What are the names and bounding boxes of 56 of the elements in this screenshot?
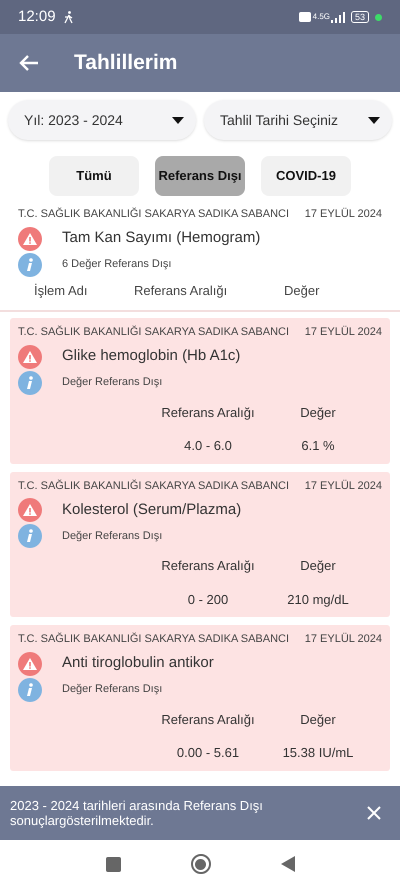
reference-range: 0.00 - 5.61 bbox=[176, 744, 240, 762]
reference-range: 4.0 - 6.0 bbox=[183, 437, 233, 455]
info-icon bbox=[18, 678, 42, 702]
warning-icon bbox=[18, 652, 42, 676]
caret-icon bbox=[368, 116, 380, 124]
home-button[interactable] bbox=[190, 854, 210, 874]
column-header: Değer bbox=[299, 710, 337, 729]
network-type: 4.5G bbox=[312, 13, 330, 21]
column-header: Değer bbox=[299, 404, 337, 422]
walking-icon bbox=[64, 10, 74, 24]
filter-tab[interactable]: Tümü bbox=[49, 156, 139, 196]
date-label: 17 EYLÜL 2024 bbox=[304, 206, 382, 222]
test-name: Tam Kan Sayımı (Hemogram) bbox=[62, 228, 260, 248]
column-header: İşlem Adı bbox=[34, 282, 88, 300]
column-header: Referans Aralığı bbox=[160, 710, 256, 729]
info-icon bbox=[18, 524, 42, 548]
result-value: 15.38 IU/mL bbox=[282, 744, 354, 762]
hospital-name: T.C. SAĞLIK BAKANLIĞI SAKARYA SADIKA SABANCI bbox=[18, 478, 290, 494]
dropdown[interactable]: Tahlil Tarihi Seçiniz bbox=[204, 100, 392, 140]
info-icon bbox=[18, 252, 42, 276]
hospital-name: T.C. SAĞLIK BAKANLIĞI SAKARYA SADIKA SABANCI bbox=[18, 206, 290, 222]
date-label: 17 EYLÜL 2024 bbox=[304, 478, 382, 494]
screen-title: Tahlillerim bbox=[74, 50, 178, 76]
caret-icon bbox=[172, 116, 184, 124]
hospital-name: T.C. SAĞLIK BAKANLIĞI SAKARYA SADIKA SABANCI bbox=[18, 324, 290, 340]
hospital-name: T.C. SAĞLIK BAKANLIĞI SAKARYA SADIKA SABANCI bbox=[18, 632, 290, 647]
filter-tab[interactable]: COVID-19 bbox=[261, 156, 351, 196]
result-value: 210 mg/dL bbox=[286, 590, 350, 609]
out-of-range-note: Değer Referans Dışı bbox=[62, 375, 162, 390]
dropdown[interactable]: Yıl: 2023 - 2024 bbox=[8, 100, 196, 140]
reference-range: 0 - 200 bbox=[186, 590, 230, 608]
back-nav-button[interactable] bbox=[280, 856, 294, 872]
info-icon bbox=[18, 370, 42, 394]
column-header: Referans Aralığı bbox=[160, 557, 256, 575]
status-time: 12:09 bbox=[18, 6, 56, 27]
column-header: Referans Aralığı bbox=[160, 404, 256, 422]
column-header: Değer bbox=[284, 282, 320, 300]
result-value: 6.1 % bbox=[300, 437, 336, 455]
test-name: Anti tiroglobulin antikor bbox=[62, 653, 214, 674]
out-of-range-note: 6 Değer Referans Dışı bbox=[62, 257, 172, 272]
snackbar-message: 2023 - 2024 tarihleri arasında Referans Dışı sonuçlargösterilmektedir. bbox=[10, 798, 264, 828]
recents-button[interactable] bbox=[106, 856, 120, 872]
warning-icon bbox=[18, 344, 42, 368]
out-of-range-note: Değer Referans Dışı bbox=[62, 682, 162, 698]
signal-icon bbox=[330, 12, 345, 22]
out-of-range-note: Değer Referans Dışı bbox=[62, 528, 162, 544]
filter-tab[interactable]: Referans Dışı bbox=[155, 156, 245, 196]
column-header: Değer bbox=[299, 557, 337, 575]
test-name: Glike hemoglobin (Hb A1c) bbox=[62, 346, 240, 366]
date-label: 17 EYLÜL 2024 bbox=[304, 632, 382, 647]
battery-indicator: 53 bbox=[350, 11, 369, 23]
warning-icon bbox=[18, 498, 42, 522]
test-name: Kolesterol (Serum/Plazma) bbox=[62, 500, 242, 520]
column-header: Referans Aralığı bbox=[134, 282, 228, 300]
warning-icon bbox=[18, 226, 42, 250]
date-label: 17 EYLÜL 2024 bbox=[304, 324, 382, 340]
